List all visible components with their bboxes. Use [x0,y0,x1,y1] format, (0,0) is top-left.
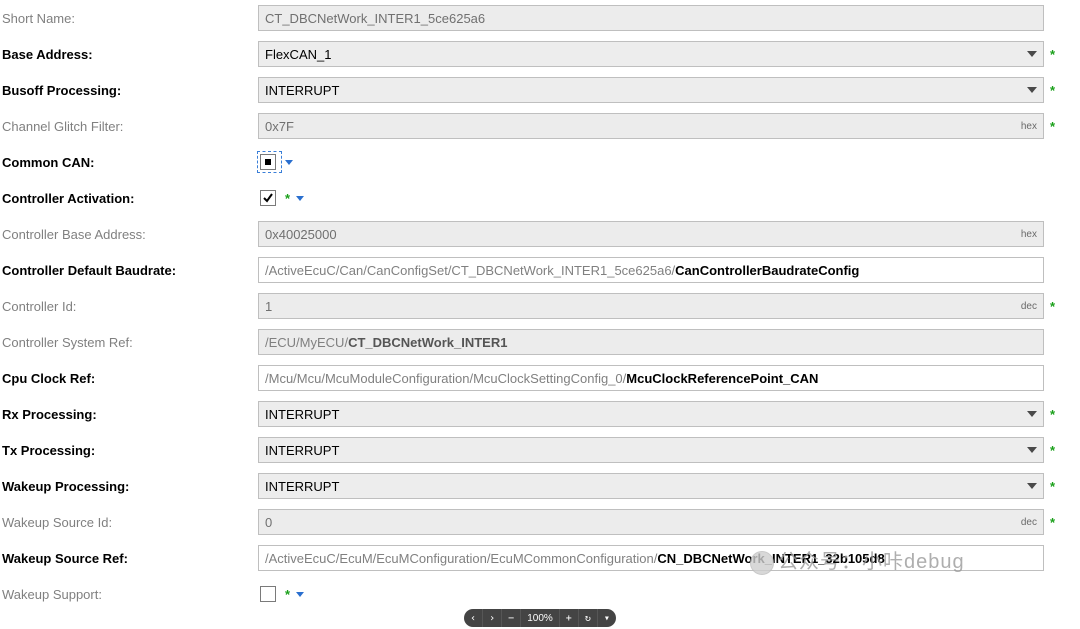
rotate-icon: ↻ [585,613,591,624]
label-busoff-processing: Busoff Processing: [0,83,252,98]
label-tx-processing: Tx Processing: [0,443,252,458]
row-short-name: Short Name: CT_DBCNetWork_INTER1_5ce625a… [0,0,1080,36]
label-controller-base-address: Controller Base Address: [0,227,252,242]
required-marker: * [1050,408,1055,421]
row-controller-system-ref: Controller System Ref: /ECU/MyECU/CT_DBC… [0,324,1080,360]
required-marker: * [1050,120,1055,133]
input-controller-id: 1 dec [258,293,1044,319]
unit-dec: dec [1021,301,1037,312]
row-wakeup-source-id: Wakeup Source Id: 0 dec * [0,504,1080,540]
combo-base-address[interactable]: FlexCAN_1 [258,41,1044,67]
unit-hex: hex [1021,229,1037,240]
row-common-can: Common CAN: [0,144,1080,180]
required-marker: * [285,588,290,601]
viewer-footer: ‹ › − 100% + ↻ ▾ [0,607,1080,629]
zoom-in-button[interactable]: + [560,609,579,627]
chevron-down-icon[interactable] [285,160,293,165]
row-base-address: Base Address: FlexCAN_1 * [0,36,1080,72]
chevron-down-icon[interactable] [1021,78,1043,102]
input-controller-system-ref: /ECU/MyECU/CT_DBCNetWork_INTER1 [258,329,1044,355]
row-glitch-filter: Channel Glitch Filter: 0x7F hex * [0,108,1080,144]
label-controller-id: Controller Id: [0,299,252,314]
label-short-name: Short Name: [0,11,252,26]
required-marker: * [1050,444,1055,457]
label-controller-activation: Controller Activation: [0,191,252,206]
chevron-down-icon[interactable] [1021,438,1043,462]
chevron-down-icon[interactable] [1021,402,1043,426]
required-marker: * [1050,516,1055,529]
row-wakeup-source-ref: Wakeup Source Ref: /ActiveEcuC/EcuM/EcuM… [0,540,1080,576]
row-controller-base-address: Controller Base Address: 0x40025000 hex [0,216,1080,252]
checkbox-controller-activation[interactable] [260,190,279,206]
checkbox-common-can[interactable] [260,154,279,170]
prev-page-button[interactable]: ‹ [464,609,483,627]
chevron-left-icon: ‹ [470,613,476,624]
combo-wakeup-processing[interactable]: INTERRUPT [258,473,1044,499]
checkbox-indeterminate-icon [265,159,271,165]
required-marker: * [1050,84,1055,97]
required-marker: * [1050,480,1055,493]
row-controller-id: Controller Id: 1 dec * [0,288,1080,324]
label-wakeup-source-ref: Wakeup Source Ref: [0,551,252,566]
chevron-down-icon[interactable] [1021,474,1043,498]
input-wakeup-source-id: 0 dec [258,509,1044,535]
zoom-out-button[interactable]: − [502,609,521,627]
combo-tx-processing[interactable]: INTERRUPT [258,437,1044,463]
row-tx-processing: Tx Processing: INTERRUPT * [0,432,1080,468]
more-button[interactable]: ▾ [598,609,616,627]
combo-busoff-processing[interactable]: INTERRUPT [258,77,1044,103]
input-glitch-filter: 0x7F hex [258,113,1044,139]
row-rx-processing: Rx Processing: INTERRUPT * [0,396,1080,432]
combo-rx-processing[interactable]: INTERRUPT [258,401,1044,427]
input-controller-base-address: 0x40025000 hex [258,221,1044,247]
property-form: Short Name: CT_DBCNetWork_INTER1_5ce625a… [0,0,1080,612]
unit-dec: dec [1021,517,1037,528]
next-page-button[interactable]: › [483,609,502,627]
label-controller-default-baudrate: Controller Default Baudrate: [0,263,252,278]
input-wakeup-source-ref[interactable]: /ActiveEcuC/EcuM/EcuMConfiguration/EcuMC… [258,545,1044,571]
label-wakeup-processing: Wakeup Processing: [0,479,252,494]
unit-hex: hex [1021,121,1037,132]
label-controller-system-ref: Controller System Ref: [0,335,252,350]
chevron-down-icon[interactable] [1021,42,1043,66]
input-short-name: CT_DBCNetWork_INTER1_5ce625a6 [258,5,1044,31]
rotate-button[interactable]: ↻ [579,609,598,627]
row-wakeup-processing: Wakeup Processing: INTERRUPT * [0,468,1080,504]
label-cpu-clock-ref: Cpu Clock Ref: [0,371,252,386]
chevron-down-icon[interactable] [296,196,304,201]
row-controller-activation: Controller Activation: * [0,180,1080,216]
input-cpu-clock-ref[interactable]: /Mcu/Mcu/McuModuleConfiguration/McuClock… [258,365,1044,391]
label-common-can: Common CAN: [0,155,252,170]
input-controller-default-baudrate[interactable]: /ActiveEcuC/Can/CanConfigSet/CT_DBCNetWo… [258,257,1044,283]
row-busoff-processing: Busoff Processing: INTERRUPT * [0,72,1080,108]
label-base-address: Base Address: [0,47,252,62]
zoom-level[interactable]: 100% [521,609,560,627]
row-cpu-clock-ref: Cpu Clock Ref: /Mcu/Mcu/McuModuleConfigu… [0,360,1080,396]
viewer-toolbar: ‹ › − 100% + ↻ ▾ [464,609,616,627]
required-marker: * [1050,48,1055,61]
label-wakeup-source-id: Wakeup Source Id: [0,515,252,530]
plus-icon: + [566,613,572,624]
minus-icon: − [508,613,514,624]
label-rx-processing: Rx Processing: [0,407,252,422]
checkbox-wakeup-support[interactable] [260,586,279,602]
chevron-right-icon: › [489,613,495,624]
required-marker: * [285,192,290,205]
chevron-down-icon: ▾ [604,613,610,624]
label-glitch-filter: Channel Glitch Filter: [0,119,252,134]
required-marker: * [1050,300,1055,313]
label-wakeup-support: Wakeup Support: [0,587,252,602]
chevron-down-icon[interactable] [296,592,304,597]
row-controller-default-baudrate: Controller Default Baudrate: /ActiveEcuC… [0,252,1080,288]
